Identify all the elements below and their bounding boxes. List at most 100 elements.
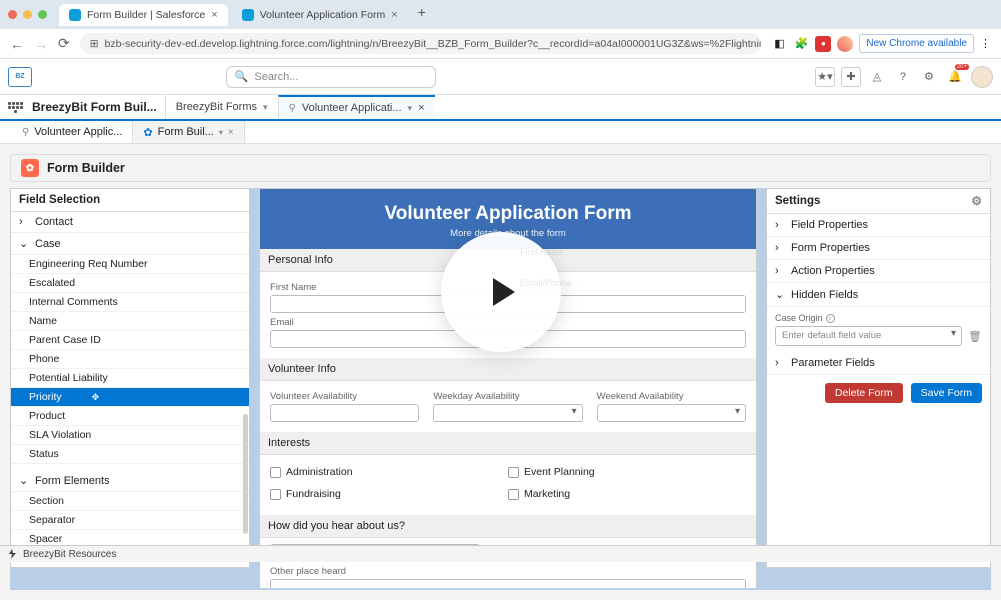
chevron-down-icon[interactable]: ▾ xyxy=(263,102,268,113)
close-tab-icon[interactable]: × xyxy=(391,9,397,21)
browser-tab-strip: Form Builder | Salesforce × Volunteer Ap… xyxy=(0,0,1001,29)
close-subtab-icon[interactable]: × xyxy=(228,127,234,138)
close-window-dot[interactable] xyxy=(8,10,17,19)
field-item-potential-liability[interactable]: Potential Liability xyxy=(11,369,249,388)
field-item-engineering-req[interactable]: Engineering Req Number xyxy=(11,255,249,274)
extension-icon[interactable]: ◧ xyxy=(771,36,787,52)
label-weekday-availability: Weekday Availability xyxy=(433,391,582,402)
guidance-icon[interactable]: ◬ xyxy=(867,67,887,87)
drag-cursor-icon: ✥ xyxy=(92,392,100,403)
select-case-origin-default[interactable]: Enter default field value xyxy=(775,326,962,346)
field-item-status[interactable]: Status xyxy=(11,445,249,464)
checkbox-event-planning[interactable]: Event Planning xyxy=(508,466,746,478)
trash-icon[interactable]: 🗑 xyxy=(968,330,982,343)
pin-icon: ⚲ xyxy=(289,103,296,114)
field-item-phone[interactable]: Phone xyxy=(11,350,249,369)
browser-toolbar: ← → ⟳ ⊞ bzb-security-dev-ed.develop.ligh… xyxy=(0,29,1001,59)
chevron-down-icon[interactable]: ▾ xyxy=(219,128,223,137)
checkbox-icon xyxy=(270,467,281,478)
field-item-priority[interactable]: Priority✥ xyxy=(11,388,249,407)
field-item-parent-case-id[interactable]: Parent Case ID xyxy=(11,331,249,350)
forward-button[interactable]: → xyxy=(34,36,48,52)
section-how-hear[interactable]: How did you hear about us? xyxy=(260,515,756,538)
breezybit-logo[interactable]: BZ xyxy=(8,67,32,87)
field-item-escalated[interactable]: Escalated xyxy=(11,274,249,293)
url-text: bzb-security-dev-ed.develop.lightning.fo… xyxy=(105,38,762,50)
reload-button[interactable]: ⟳ xyxy=(58,35,70,52)
delete-form-button[interactable]: Delete Form xyxy=(825,383,903,403)
user-avatar[interactable] xyxy=(971,66,993,88)
select-weekend-availability[interactable] xyxy=(597,404,746,422)
nav-tab-label: Volunteer Applicati... xyxy=(302,102,402,114)
settings-form-properties[interactable]: ›Form Properties xyxy=(767,237,990,260)
save-form-button[interactable]: Save Form xyxy=(911,383,982,403)
settings-parameter-fields[interactable]: ›Parameter Fields xyxy=(767,352,990,375)
case-section-toggle[interactable]: ⌄Case xyxy=(11,233,249,255)
back-button[interactable]: ← xyxy=(10,36,24,52)
chrome-update-button[interactable]: New Chrome available xyxy=(859,34,974,53)
chevron-right-icon: › xyxy=(19,216,29,228)
checkbox-administration[interactable]: Administration xyxy=(270,466,508,478)
select-weekday-availability[interactable] xyxy=(433,404,582,422)
overflow-menu-icon[interactable]: ⋮ xyxy=(980,37,991,50)
info-icon[interactable]: i xyxy=(826,314,835,323)
browser-tab-form-builder[interactable]: Form Builder | Salesforce × xyxy=(59,4,228,26)
address-bar[interactable]: ⊞ bzb-security-dev-ed.develop.lightning.… xyxy=(80,33,762,54)
sub-tab-volunteer-applic[interactable]: ⚲ Volunteer Applic... xyxy=(12,121,133,143)
input-volunteer-availability[interactable] xyxy=(270,404,419,422)
settings-field-properties[interactable]: ›Field Properties xyxy=(767,214,990,237)
scrollbar[interactable] xyxy=(243,414,248,534)
field-item-internal-comments[interactable]: Internal Comments xyxy=(11,293,249,312)
field-selection-panel: Field Selection ›Contact ⌄Case Engineeri… xyxy=(10,188,250,568)
browser-tab-volunteer-form[interactable]: Volunteer Application Form × xyxy=(232,4,408,26)
app-launcher-icon[interactable] xyxy=(6,95,24,119)
section-volunteer-info[interactable]: Volunteer Info xyxy=(260,358,756,381)
settings-hidden-fields[interactable]: ⌄Hidden Fields xyxy=(767,283,990,307)
global-actions-icon[interactable]: ✚ xyxy=(841,67,861,87)
lightning-bolt-icon xyxy=(8,549,18,559)
form-elements-section-toggle[interactable]: ⌄Form Elements xyxy=(11,470,249,492)
nav-tab-volunteer-application[interactable]: ⚲ Volunteer Applicati... ▾ × xyxy=(278,95,435,119)
help-icon[interactable]: ? xyxy=(893,67,913,87)
case-origin-label: Case Origini xyxy=(775,313,982,323)
utility-bar-item[interactable]: BreezyBit Resources xyxy=(23,549,116,560)
favorites-icon[interactable]: ★▾ xyxy=(815,67,835,87)
site-info-icon[interactable]: ⊞ xyxy=(90,38,99,50)
chevron-down-icon[interactable]: ▾ xyxy=(408,103,413,114)
section-interests[interactable]: Interests xyxy=(260,432,756,455)
nav-tab-breezybit-forms[interactable]: BreezyBit Forms ▾ xyxy=(165,95,278,119)
field-item-sla-violation[interactable]: SLA Violation xyxy=(11,426,249,445)
checkbox-marketing[interactable]: Marketing xyxy=(508,488,746,500)
sub-tab-label: Form Buil... xyxy=(158,126,214,138)
settings-action-properties[interactable]: ›Action Properties xyxy=(767,260,990,283)
input-other-place-heard[interactable] xyxy=(270,579,746,588)
app-name-label: BreezyBit Form Buil... xyxy=(24,95,165,119)
window-controls[interactable] xyxy=(8,10,47,19)
settings-item-label: Hidden Fields xyxy=(791,289,858,301)
form-title-text: Volunteer Application Form xyxy=(260,203,756,225)
section-label: Contact xyxy=(35,216,73,228)
setup-gear-icon[interactable]: ⚙ xyxy=(919,67,939,87)
label-other-place-heard: Other place heard xyxy=(270,566,746,577)
close-tab-icon[interactable]: × xyxy=(211,9,217,21)
notifications-bell-icon[interactable]: 🔔20+ xyxy=(945,67,965,87)
extension-puzzle-icon[interactable]: 🧩 xyxy=(793,36,809,52)
gear-icon[interactable]: ⚙ xyxy=(971,194,982,208)
field-item-product[interactable]: Product xyxy=(11,407,249,426)
form-element-separator[interactable]: Separator xyxy=(11,511,249,530)
minimize-window-dot[interactable] xyxy=(23,10,32,19)
contact-section-toggle[interactable]: › Contact xyxy=(11,212,249,233)
play-icon xyxy=(493,278,515,306)
new-tab-button[interactable]: + xyxy=(418,4,426,26)
close-tab-icon[interactable]: × xyxy=(418,102,424,114)
settings-item-label: Form Properties xyxy=(791,242,870,254)
form-element-section[interactable]: Section xyxy=(11,492,249,511)
sub-tab-form-builder[interactable]: ✿ Form Buil... ▾ × xyxy=(133,121,244,143)
ghost-label: First Name xyxy=(520,247,564,257)
checkbox-fundraising[interactable]: Fundraising xyxy=(270,488,508,500)
field-item-name[interactable]: Name xyxy=(11,312,249,331)
global-search[interactable]: 🔍 Search... xyxy=(226,66,436,88)
maximize-window-dot[interactable] xyxy=(38,10,47,19)
extension-badge-icon[interactable]: ● xyxy=(815,36,831,52)
profile-avatar[interactable] xyxy=(837,36,853,52)
